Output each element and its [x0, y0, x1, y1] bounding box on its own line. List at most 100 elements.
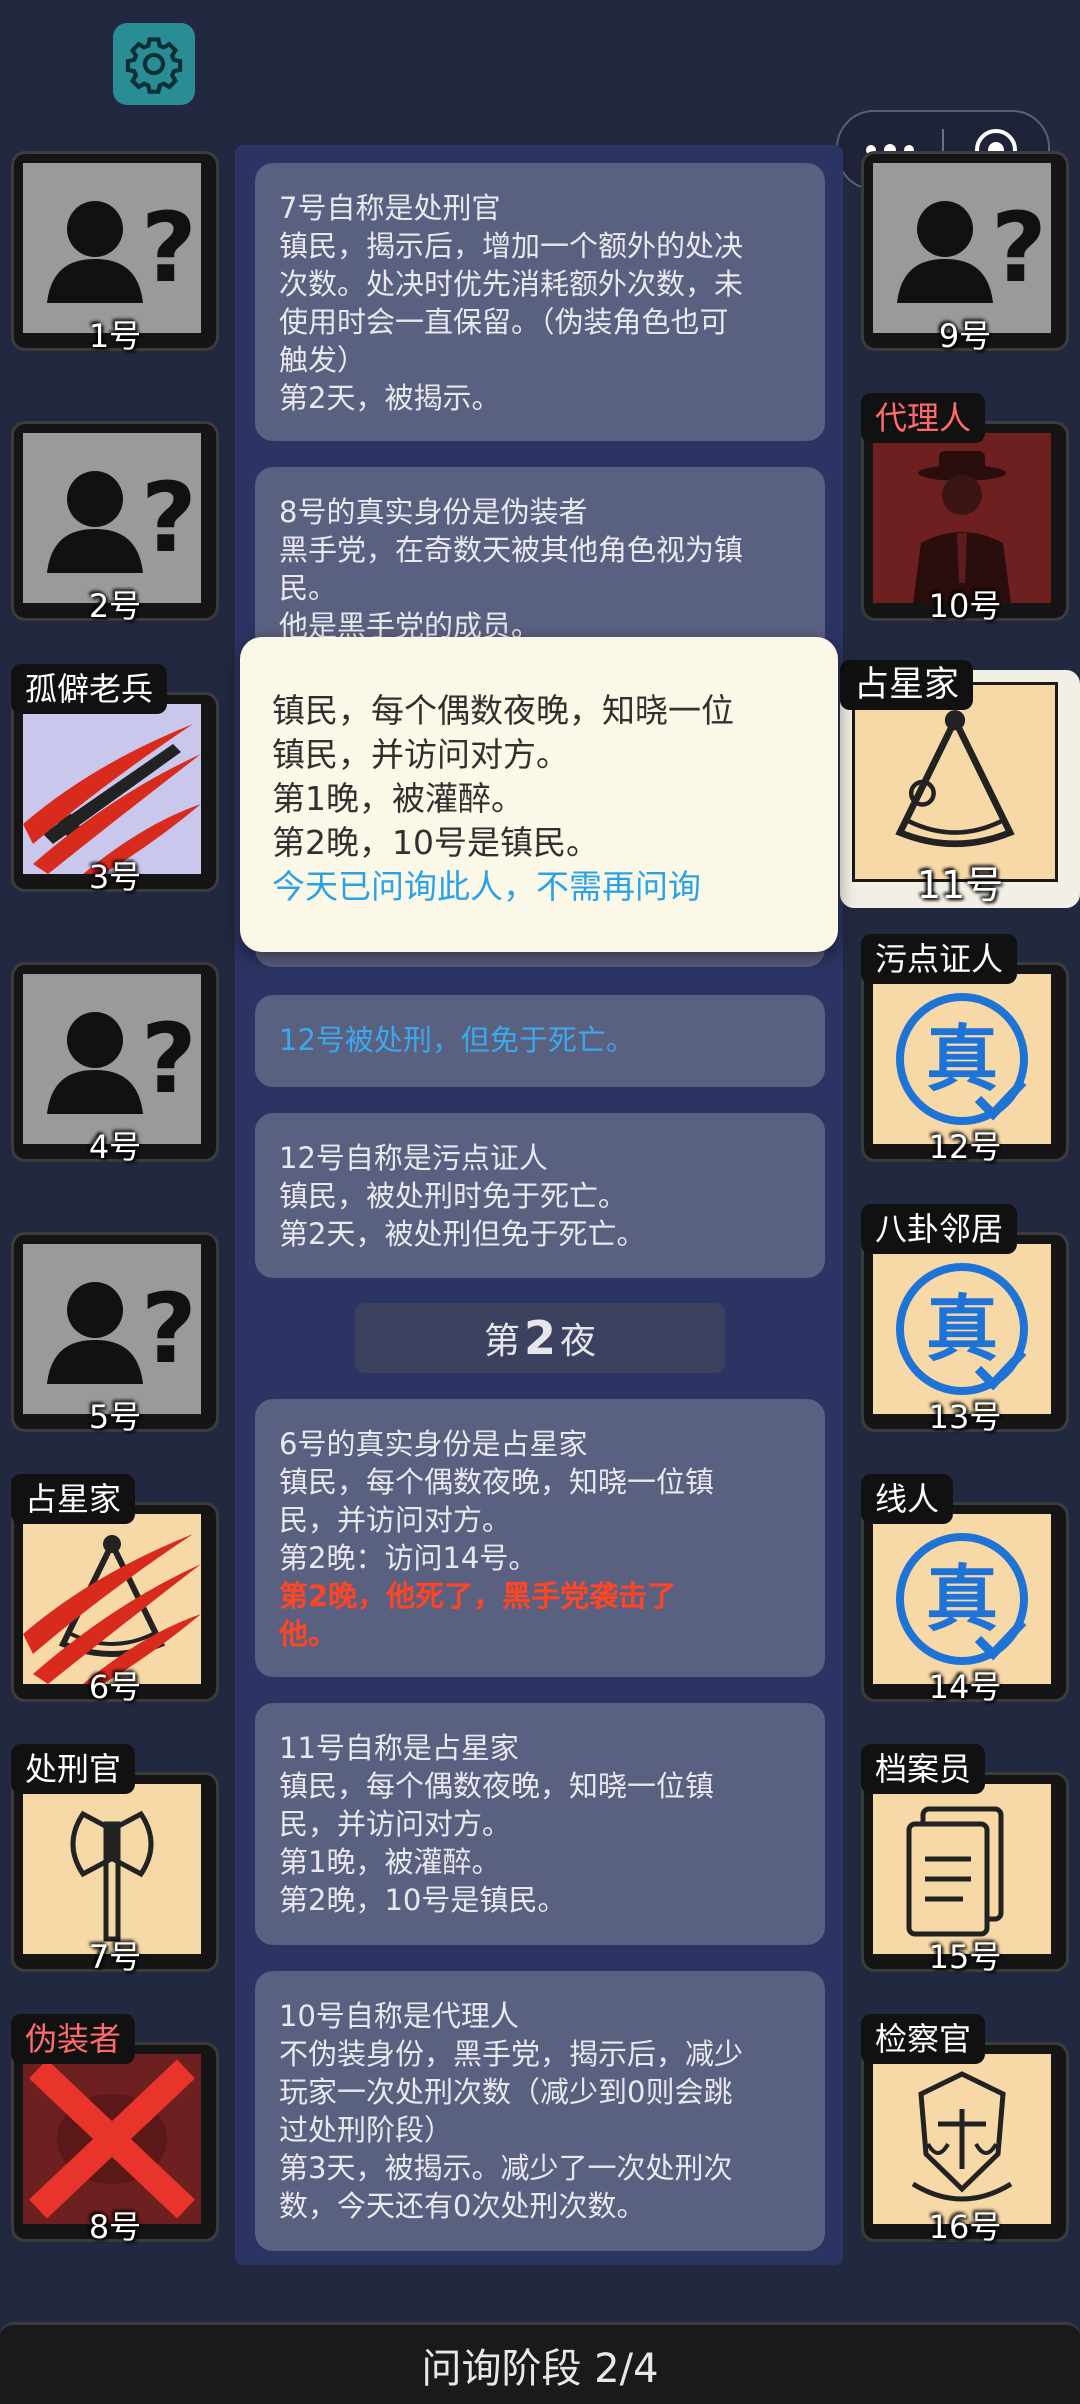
log-line: 7号自称是处刑官: [279, 191, 501, 225]
svg-text:真: 真: [926, 1557, 998, 1641]
player-number: 8号: [88, 2208, 142, 2246]
svg-text:?: ?: [141, 1003, 197, 1115]
role-tag: 处刑官: [11, 1744, 136, 1794]
svg-text:?: ?: [141, 1273, 197, 1385]
player-portrait: [873, 2054, 1051, 2224]
log-line: 镇民，揭示后，增加一个额外的处决: [279, 229, 744, 263]
night-prefix: 第: [483, 1321, 520, 1362]
unknown-player-icon: ?: [47, 192, 197, 304]
player-slot-11[interactable]: 占星家 11号: [840, 660, 1080, 910]
log-line: 6号的真实身份是占星家: [279, 1427, 588, 1461]
player-portrait: [23, 1784, 201, 1954]
log-line: 玩家一次处刑次数（减少到0则会跳: [279, 2075, 733, 2109]
player-number: 16号: [928, 2208, 1002, 2246]
log-line: 11号自称是占星家: [279, 1731, 519, 1765]
log-line-death: 第2晚，他死了，黑手党袭击了: [279, 1579, 677, 1613]
verified-stamp-icon: 真: [896, 993, 1028, 1125]
log-line: 触发）: [279, 343, 367, 377]
unknown-player-icon: ?: [897, 192, 1047, 304]
player-number: 9号: [938, 317, 992, 355]
role-tag: 线人: [861, 1474, 954, 1524]
player-number: 1号: [88, 317, 142, 355]
log-line: 镇民，被处刑时免于死亡。: [279, 1179, 628, 1213]
role-tag: 污点证人: [861, 934, 1018, 984]
log-line: 不伪装身份，黑手党，揭示后，减少: [279, 2037, 744, 2071]
log-card: 11号自称是占星家 镇民，每个偶数夜晚，知晓一位镇 民，并访问对方。 第1晚，被…: [255, 1703, 825, 1945]
log-line: 次数。处决时优先消耗额外次数，未: [279, 267, 744, 301]
gear-icon: [125, 37, 183, 94]
night-divider: 第2夜: [355, 1303, 725, 1373]
player-slot-1[interactable]: ? 1号: [11, 151, 219, 359]
player-portrait: [852, 682, 1058, 882]
player-slot-2[interactable]: ? 2号: [11, 421, 219, 629]
log-card: 6号的真实身份是占星家 镇民，每个偶数夜晚，知晓一位镇 民，并访问对方。 第2晚…: [255, 1399, 825, 1677]
phase-label: 问询阶段 2/4: [421, 2345, 659, 2392]
role-tag: 占星家: [11, 1474, 136, 1524]
svg-text:真: 真: [926, 1287, 998, 1371]
log-line: 镇民，每个偶数夜晚，知晓一位镇: [279, 1465, 715, 1499]
log-line: 第1晚，被灌醉。: [279, 1845, 501, 1879]
log-line: 12号自称是污点证人: [279, 1141, 548, 1175]
justice-emblem-icon: [911, 2071, 1013, 2202]
role-tag: 占星家: [840, 660, 974, 710]
log-card: 12号自称是污点证人 镇民，被处刑时免于死亡。 第2天，被处刑但免于死亡。: [255, 1113, 825, 1278]
log-line: 数，今天还有0次处刑次数。: [279, 2189, 646, 2223]
player-slot-7[interactable]: 处刑官 7号: [11, 1744, 219, 1980]
popup-line: 第2晚，10号是镇民。: [272, 823, 599, 862]
log-line-death: 他。: [279, 1617, 338, 1651]
log-line: 民。: [279, 571, 338, 605]
player-portrait: [873, 1784, 1051, 1954]
player-slot-4[interactable]: ? 4号: [11, 962, 219, 1170]
log-line: 民，并访问对方。: [279, 1503, 512, 1537]
red-x-icon: [29, 2059, 195, 2219]
player-slot-3[interactable]: 孤僻老兵 3号: [11, 664, 219, 900]
player-info-popup[interactable]: 镇民，每个偶数夜晚，知晓一位 镇民，并访问对方。 第1晚，被灌醉。 第2晚，10…: [240, 637, 838, 952]
role-tag: 代理人: [861, 393, 986, 443]
player-slot-9[interactable]: ? 9号: [861, 151, 1069, 359]
player-portrait: 真: [873, 974, 1051, 1144]
player-portrait: ?: [23, 974, 201, 1144]
player-slot-8[interactable]: 伪装者 8号: [11, 2014, 219, 2250]
player-portrait: ?: [23, 1244, 201, 1414]
popup-line: 镇民，并访问对方。: [272, 735, 569, 774]
role-tag: 孤僻老兵: [11, 664, 168, 714]
player-portrait: ?: [23, 163, 201, 333]
player-number: 14号: [928, 1668, 1002, 1706]
player-number: 4号: [88, 1128, 142, 1166]
player-slot-14[interactable]: 真 线人 14号: [861, 1474, 1069, 1710]
log-card: 10号自称是代理人 不伪装身份，黑手党，揭示后，减少 玩家一次处刑次数（减少到0…: [255, 1971, 825, 2251]
log-line: 民，并访问对方。: [279, 1807, 512, 1841]
player-slot-15[interactable]: 档案员 15号: [861, 1744, 1069, 1980]
svg-text:真: 真: [926, 1017, 998, 1101]
log-line: 第2天，被处刑但免于死亡。: [279, 1217, 646, 1251]
player-slot-10[interactable]: 代理人 10号: [861, 393, 1069, 629]
role-tag: 伪装者: [11, 2014, 136, 2064]
log-line: 第2天，被揭示。: [279, 381, 501, 415]
player-slot-13[interactable]: 真 八卦邻居 13号: [861, 1204, 1069, 1440]
phase-bar[interactable]: 问询阶段 2/4: [0, 2322, 1080, 2404]
player-number: 6号: [88, 1668, 142, 1706]
axe-icon: [70, 1810, 154, 1942]
log-line: 10号自称是代理人: [279, 1999, 519, 2033]
unknown-player-icon: ?: [47, 1003, 197, 1115]
log-line: 第3天，被揭示。减少了一次处刑次: [279, 2151, 733, 2185]
log-line: 使用时会一直保留。（伪装角色也可: [279, 305, 729, 339]
player-number: 13号: [928, 1398, 1002, 1436]
unknown-player-icon: ?: [47, 1273, 197, 1385]
popup-line: 第1晚，被灌醉。: [272, 779, 524, 818]
svg-text:?: ?: [141, 462, 197, 574]
sextant-icon: [895, 710, 1015, 848]
svg-text:?: ?: [991, 192, 1047, 304]
player-portrait: ?: [23, 433, 201, 603]
player-portrait: [23, 1514, 201, 1684]
settings-button[interactable]: [113, 23, 195, 105]
verified-stamp-icon: 真: [896, 1533, 1028, 1665]
popup-note: 今天已问询此人，不需再问询: [272, 867, 701, 906]
player-slot-6[interactable]: 占星家 6号: [11, 1474, 219, 1710]
player-slot-5[interactable]: ? 5号: [11, 1232, 219, 1440]
player-number: 12号: [928, 1128, 1002, 1166]
player-number: 5号: [88, 1398, 142, 1436]
player-slot-12[interactable]: 真 污点证人 12号: [861, 934, 1069, 1170]
unknown-player-icon: ?: [47, 462, 197, 574]
player-slot-16[interactable]: 检察官 16号: [861, 2014, 1069, 2250]
